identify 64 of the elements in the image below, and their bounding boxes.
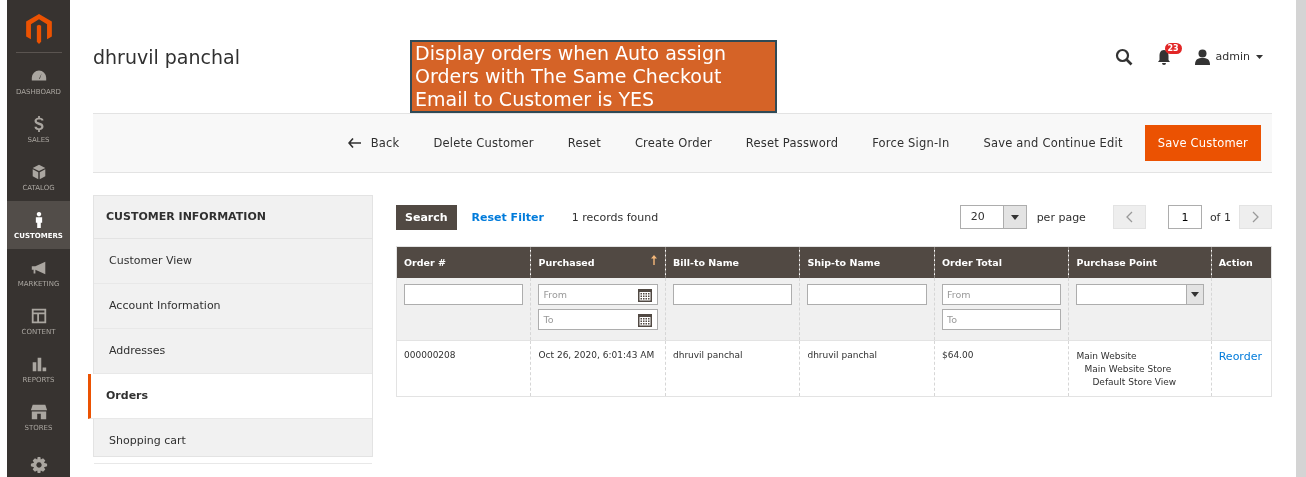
action-button[interactable]: Reset	[550, 126, 618, 160]
chevron-right-icon	[1252, 211, 1259, 223]
section-title: CUSTOMER INFORMATION	[94, 196, 372, 239]
purchase-point: Main Website Store	[1083, 363, 1173, 376]
logo-icon	[25, 14, 52, 44]
reset-filter-link[interactable]: Reset Filter	[471, 210, 544, 224]
calendar-icon[interactable]	[636, 286, 653, 303]
action-button[interactable]: Save and Continue Edit	[966, 126, 1140, 160]
primary-button[interactable]: Save Customer	[1144, 125, 1261, 161]
order-number: 000000208	[404, 350, 456, 360]
purchase-point: Default Store View	[1091, 376, 1178, 389]
purchase-date: Oct 26, 2020, 6:01:43 AM	[538, 350, 655, 360]
tab[interactable]: Shopping cart	[94, 419, 372, 464]
page-count: of 1	[1209, 210, 1231, 224]
per-page-label: per page	[1036, 210, 1086, 224]
action-button[interactable]: Reset Password	[728, 126, 856, 160]
layout-icon	[29, 306, 48, 325]
per-page-select[interactable]: 20	[959, 205, 1027, 229]
caret-icon	[1190, 292, 1199, 297]
action-button[interactable]: Create Order	[617, 126, 729, 160]
calendar-icon[interactable]	[636, 311, 653, 328]
caret-icon	[1256, 54, 1263, 59]
annotation-callout: Display orders when Auto assign Orders with The Same Checkout Email to Customer is YES	[410, 40, 777, 113]
range-from-field[interactable]: From	[941, 284, 1062, 305]
records-count: 1 records found	[571, 210, 659, 224]
chevron-left-icon	[1125, 211, 1133, 223]
user-icon	[1194, 48, 1210, 65]
previous-page-button[interactable]	[1112, 205, 1146, 229]
range-to-field[interactable]: To	[941, 309, 1062, 330]
action-button[interactable]: Delete Customer	[416, 126, 551, 160]
store-icon	[29, 402, 48, 421]
tab[interactable]: Orders	[88, 374, 372, 419]
column-header[interactable]: Order Total	[934, 246, 1069, 278]
caret-icon	[1010, 214, 1019, 220]
arrow-left-icon	[347, 138, 361, 148]
user-menu[interactable]: admin	[1194, 48, 1263, 65]
reorder-link[interactable]: Reorder	[1218, 350, 1262, 363]
tab[interactable]: Account Information	[94, 284, 372, 329]
ship-to-name: dhruvil panchal	[807, 350, 878, 360]
purchase-point: Main Website	[1076, 350, 1138, 363]
tab[interactable]: Customer View	[94, 239, 372, 284]
filter-field[interactable]	[404, 284, 524, 305]
column-header[interactable]: Action	[1211, 246, 1272, 278]
column-header[interactable]: Order #	[396, 246, 531, 278]
filter-field[interactable]	[672, 284, 793, 305]
scrollbar[interactable]	[1296, 0, 1306, 477]
order-total: $64.00	[941, 350, 974, 360]
bill-to-name: dhruvil panchal	[672, 350, 743, 360]
page-input[interactable]: 1	[1167, 205, 1202, 229]
page-title: dhruvil panchal	[93, 45, 240, 68]
back-button[interactable]: Back	[330, 126, 417, 160]
sort-arrow-icon	[650, 255, 657, 265]
search-icon[interactable]	[1114, 47, 1133, 66]
column-header[interactable]: Purchase Point	[1068, 246, 1212, 278]
search-button[interactable]: Search	[396, 204, 457, 230]
filter-field[interactable]	[807, 284, 927, 305]
column-header[interactable]: Bill-to Name	[665, 246, 800, 278]
notification-count: 23	[1164, 42, 1182, 54]
action-button[interactable]: Force Sign-In	[855, 126, 967, 160]
settings-icon	[29, 456, 48, 474]
column-header[interactable]: Ship-to Name	[799, 246, 935, 278]
next-page-button[interactable]	[1239, 205, 1272, 229]
column-header[interactable]: Purchased	[531, 246, 666, 278]
filter-select[interactable]	[1076, 284, 1204, 305]
